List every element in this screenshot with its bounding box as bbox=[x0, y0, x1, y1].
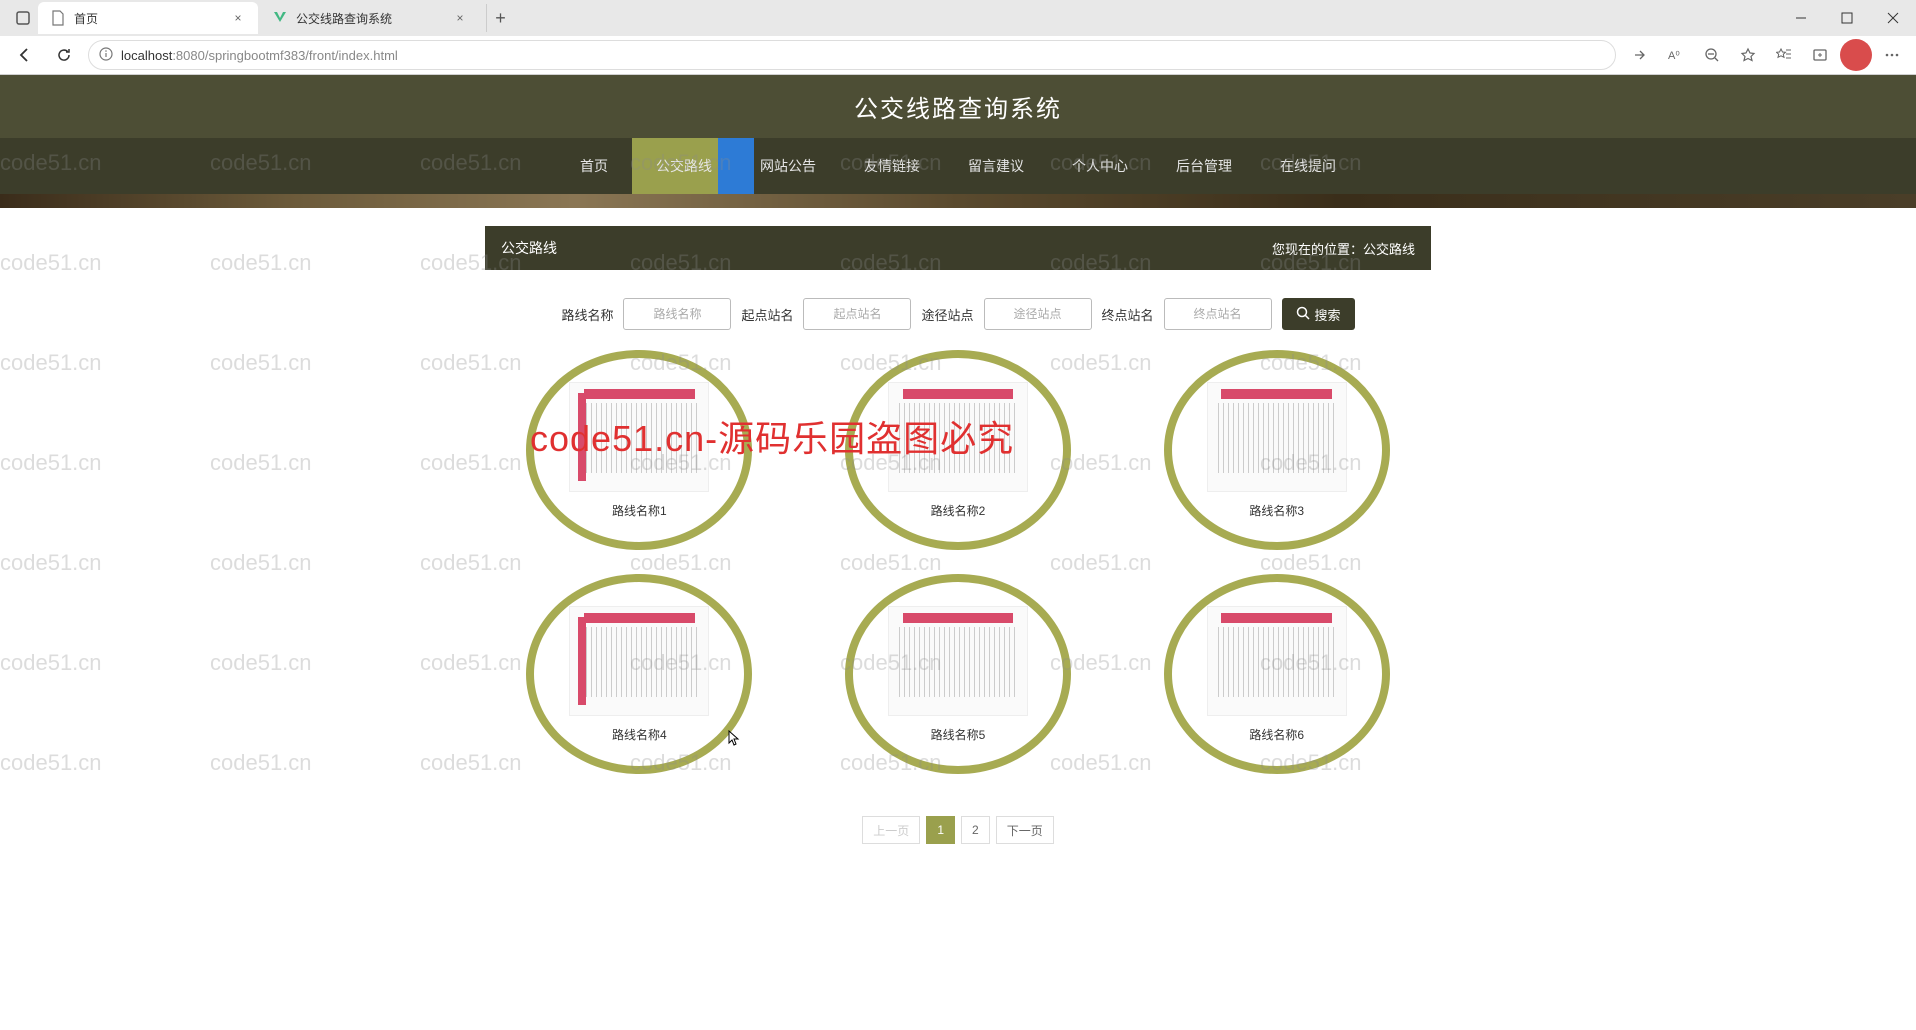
search-input-via[interactable] bbox=[984, 298, 1092, 330]
search-input-start[interactable] bbox=[803, 298, 911, 330]
nav-links[interactable]: 友情链接 bbox=[840, 138, 944, 194]
browser-tab-1[interactable]: 公交线路查询系统 × bbox=[260, 2, 480, 34]
collections-icon[interactable] bbox=[1804, 39, 1836, 71]
nav-profile[interactable]: 个人中心 bbox=[1048, 138, 1152, 194]
route-grid: 路线名称1 路线名称2 路线名称3 路线名称4 路线名称5 路线名称6 bbox=[485, 350, 1431, 774]
search-input-end[interactable] bbox=[1164, 298, 1272, 330]
route-card-4[interactable]: 路线名称4 bbox=[526, 574, 752, 774]
close-icon[interactable]: × bbox=[452, 10, 468, 26]
profile-icon[interactable] bbox=[1840, 39, 1872, 71]
route-card-1[interactable]: 路线名称1 bbox=[526, 350, 752, 550]
browser-chrome: 首页 × 公交线路查询系统 × + localhos bbox=[0, 0, 1916, 75]
route-label: 路线名称6 bbox=[1249, 726, 1304, 743]
nav-bus-route[interactable]: 公交路线 bbox=[632, 138, 736, 194]
search-icon bbox=[1296, 306, 1310, 323]
route-card-2[interactable]: 路线名称2 bbox=[845, 350, 1071, 550]
route-card-5[interactable]: 路线名称5 bbox=[845, 574, 1071, 774]
close-icon[interactable]: × bbox=[230, 10, 246, 26]
page-next[interactable]: 下一页 bbox=[996, 816, 1054, 844]
page-content: 公交线路查询系统 首页 公交路线 网站公告 友情链接 留言建议 个人中心 后台管… bbox=[0, 75, 1916, 844]
route-card-3[interactable]: 路线名称3 bbox=[1164, 350, 1390, 550]
route-label: 路线名称2 bbox=[931, 502, 986, 519]
search-form: 路线名称 起点站名 途径站点 终点站名 搜索 bbox=[485, 298, 1431, 330]
zoom-out-icon[interactable] bbox=[1696, 39, 1728, 71]
page-icon bbox=[50, 10, 66, 26]
nav-home[interactable]: 首页 bbox=[556, 138, 632, 194]
minimize-button[interactable] bbox=[1778, 2, 1824, 34]
read-aloud-icon[interactable]: A⁰ bbox=[1660, 39, 1692, 71]
route-card-6[interactable]: 路线名称6 bbox=[1164, 574, 1390, 774]
close-window-button[interactable] bbox=[1870, 2, 1916, 34]
favorites-bar-icon[interactable] bbox=[1768, 39, 1800, 71]
site-info-icon[interactable] bbox=[99, 47, 113, 64]
tab-title: 首页 bbox=[74, 10, 222, 27]
page-1[interactable]: 1 bbox=[926, 816, 955, 844]
route-thumbnail bbox=[1207, 606, 1347, 716]
search-label-via: 途径站点 bbox=[921, 305, 973, 324]
maximize-button[interactable] bbox=[1824, 2, 1870, 34]
page-2[interactable]: 2 bbox=[961, 816, 990, 844]
tab-bar: 首页 × 公交线路查询系统 × + bbox=[0, 0, 1916, 36]
route-label: 路线名称5 bbox=[931, 726, 986, 743]
breadcrumb: 公交路线 您现在的位置：公交路线 bbox=[485, 226, 1431, 270]
browser-tab-0[interactable]: 首页 × bbox=[38, 2, 258, 34]
nav-announcement[interactable]: 网站公告 bbox=[736, 138, 840, 194]
nav-admin[interactable]: 后台管理 bbox=[1152, 138, 1256, 194]
route-label: 路线名称3 bbox=[1249, 502, 1304, 519]
breadcrumb-location: 您现在的位置：公交路线 bbox=[1272, 239, 1415, 258]
address-bar: localhost:8080/springbootmf383/front/ind… bbox=[0, 36, 1916, 74]
new-tab-button[interactable]: + bbox=[486, 4, 514, 32]
tab-title: 公交线路查询系统 bbox=[296, 10, 444, 27]
page-prev[interactable]: 上一页 bbox=[862, 816, 920, 844]
route-thumbnail bbox=[569, 382, 709, 492]
tab-actions-icon[interactable] bbox=[8, 3, 38, 33]
url-input[interactable]: localhost:8080/springbootmf383/front/ind… bbox=[88, 40, 1616, 70]
search-input-route-name[interactable] bbox=[623, 298, 731, 330]
menu-icon[interactable] bbox=[1876, 39, 1908, 71]
window-controls bbox=[1778, 2, 1916, 34]
banner-image bbox=[0, 194, 1916, 208]
route-thumbnail bbox=[888, 606, 1028, 716]
svg-text:A⁰: A⁰ bbox=[1668, 50, 1680, 62]
nav-ask[interactable]: 在线提问 bbox=[1256, 138, 1360, 194]
site-title: 公交线路查询系统 bbox=[0, 75, 1916, 138]
route-thumbnail bbox=[888, 382, 1028, 492]
route-thumbnail bbox=[569, 606, 709, 716]
refresh-button[interactable] bbox=[48, 39, 80, 71]
route-label: 路线名称4 bbox=[612, 726, 667, 743]
search-label-start: 起点站名 bbox=[741, 305, 793, 324]
main-nav: 首页 公交路线 网站公告 友情链接 留言建议 个人中心 后台管理 在线提问 bbox=[0, 138, 1916, 194]
vue-icon bbox=[272, 10, 288, 26]
enter-icon[interactable] bbox=[1624, 39, 1656, 71]
nav-message[interactable]: 留言建议 bbox=[944, 138, 1048, 194]
cursor-icon bbox=[726, 730, 740, 748]
search-button[interactable]: 搜索 bbox=[1282, 298, 1355, 330]
section-title: 公交路线 bbox=[501, 238, 557, 258]
pagination: 上一页 1 2 下一页 bbox=[485, 816, 1431, 844]
route-thumbnail bbox=[1207, 382, 1347, 492]
route-label: 路线名称1 bbox=[612, 502, 667, 519]
favorite-icon[interactable] bbox=[1732, 39, 1764, 71]
back-button[interactable] bbox=[8, 39, 40, 71]
search-label-end: 终点站名 bbox=[1102, 305, 1154, 324]
search-label-route-name: 路线名称 bbox=[561, 305, 613, 324]
url-text: localhost:8080/springbootmf383/front/ind… bbox=[121, 48, 1605, 63]
